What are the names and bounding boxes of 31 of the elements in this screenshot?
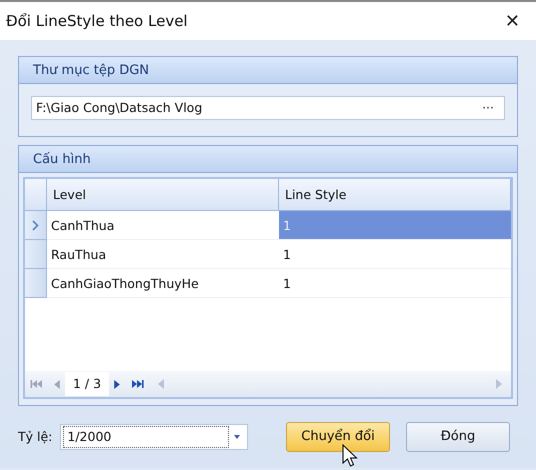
path-field[interactable]: F:\Giao Cong\Datsach Vlog ··· [31,96,505,120]
row-indicator[interactable] [25,240,47,269]
triangle-left-icon [54,380,60,388]
mouse-cursor-icon [342,444,358,468]
table-cell: 1 [279,211,511,240]
skip-forward-icon [130,378,144,390]
chevron-icon [32,220,39,230]
scale-label: Tỷ lệ: [18,428,52,446]
column-header[interactable]: Line Style [279,179,511,211]
play-icon [114,380,120,388]
scale-dropdown[interactable]: 1/2000 [60,424,248,450]
dialog-button[interactable]: Chuyển đổi [286,422,390,452]
path-value: F:\Giao Cong\Datsach Vlog [36,98,202,117]
window-title: Đổi LineStyle theo Level [6,10,188,32]
browse-button[interactable]: ··· [480,102,496,114]
row-indicator[interactable] [25,211,47,240]
table-cell: 1 [279,269,511,298]
group-title: Cấu hình [19,146,517,173]
skip-back-icon [30,378,44,390]
column-header[interactable]: Level [47,179,279,211]
table-cell: 1 [279,240,511,269]
scroll-left-icon[interactable] [157,378,166,390]
table-cell: RauThua [47,240,279,269]
scale-value: 1/2000 [63,426,230,448]
page-position: 1 / 3 [65,372,110,396]
dialog-button[interactable]: Đóng [406,422,510,452]
row-indicator[interactable] [25,269,47,298]
close-button[interactable]: ✕ [498,8,526,34]
group-title: Thư mục tệp DGN [19,57,517,84]
scroll-right-icon[interactable] [495,378,503,390]
table-cell: CanhGiaoThongThuyHe [47,269,279,298]
